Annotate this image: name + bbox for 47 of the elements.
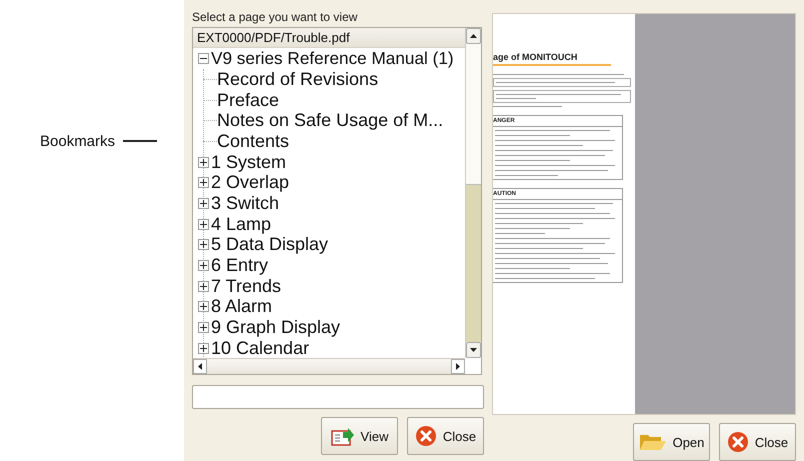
close-icon [726, 431, 749, 453]
folder-icon [638, 432, 667, 452]
expand-icon[interactable] [198, 301, 209, 312]
callout-label: Bookmarks [40, 132, 116, 150]
tree-item[interactable]: 8 Alarm [211, 296, 272, 318]
book-arrow-icon [330, 426, 355, 446]
expand-icon[interactable] [198, 239, 209, 250]
expand-icon[interactable] [198, 260, 209, 272]
tree-item[interactable]: 1 System [211, 152, 286, 173]
expand-icon[interactable] [198, 177, 209, 188]
tree-item[interactable]: 2 Overlap [211, 172, 290, 194]
expand-icon[interactable] [198, 156, 209, 168]
scroll-down-icon[interactable] [466, 342, 481, 358]
page-heading: age of MONITOUCH [493, 52, 611, 66]
expand-icon[interactable] [198, 198, 209, 209]
tree-item[interactable]: Contents [217, 130, 290, 152]
instruction-text: Select a page you want to view [192, 10, 358, 24]
close-icon [414, 425, 437, 447]
tree-item[interactable]: 7 Trends [211, 276, 282, 297]
tree-item[interactable]: V9 series Reference Manual (1) [193, 48, 465, 69]
tree-item[interactable]: 10 Calendar [211, 338, 310, 358]
expand-icon[interactable] [198, 342, 209, 354]
tree-item[interactable]: 6 Entry [211, 255, 268, 276]
view-button[interactable]: View [321, 417, 398, 455]
scrollbar-thumb[interactable] [466, 184, 481, 342]
tree-item[interactable]: 3 Switch [211, 192, 280, 214]
expand-icon[interactable] [198, 322, 209, 334]
tree-item[interactable]: Record of Revisions [217, 68, 378, 90]
close-button[interactable]: Close [407, 417, 484, 455]
tree-item[interactable]: Preface [217, 90, 280, 111]
collapse-icon[interactable] [198, 53, 209, 64]
horizontal-scrollbar[interactable] [193, 358, 465, 374]
tree-item[interactable]: Notes on Safe Usage of M... [217, 110, 444, 132]
scroll-right-icon[interactable] [451, 359, 465, 374]
tree-item[interactable]: 9 Graph Display [211, 317, 340, 338]
expand-icon[interactable] [198, 218, 209, 230]
tree-item[interactable]: 4 Lamp [211, 214, 272, 235]
leader-line [123, 140, 158, 142]
scroll-up-icon[interactable] [466, 28, 481, 44]
file-path-header: EXT0000/PDF/Trouble.pdf [193, 28, 465, 48]
close-button[interactable]: Close [719, 423, 796, 461]
open-button[interactable]: Open [633, 423, 710, 461]
expand-icon[interactable] [198, 280, 209, 292]
scroll-left-icon[interactable] [193, 359, 207, 374]
input-field[interactable] [192, 385, 484, 409]
vertical-scrollbar[interactable] [465, 28, 481, 358]
tree-item[interactable]: 5 Data Display [211, 234, 328, 256]
